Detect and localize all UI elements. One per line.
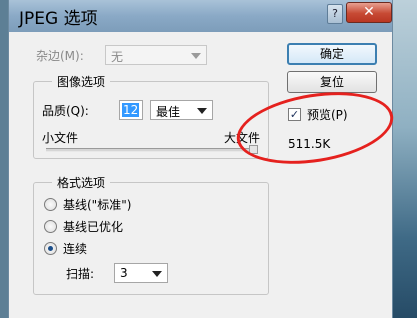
chevron-down-icon bbox=[152, 271, 162, 277]
image-options-group: 图像选项 品质(Q): 12 最佳 小文件 大文件 bbox=[33, 73, 269, 159]
dialog-title: JPEG 选项 bbox=[19, 9, 98, 29]
ok-button[interactable]: 确定 bbox=[287, 43, 377, 65]
close-icon: ✕ bbox=[363, 4, 375, 20]
close-button[interactable]: ✕ bbox=[346, 2, 392, 23]
slider-min-label: 小文件 bbox=[42, 131, 79, 145]
scans-label: 扫描: bbox=[66, 267, 95, 281]
quality-preset-select[interactable]: 最佳 bbox=[150, 100, 213, 120]
scans-value: 3 bbox=[120, 266, 128, 280]
scans-select[interactable]: 3 bbox=[114, 263, 168, 283]
baseline-standard-radio[interactable] bbox=[44, 198, 57, 211]
chevron-down-icon bbox=[191, 53, 201, 59]
progressive-label: 连续 bbox=[63, 242, 88, 256]
matte-value: 无 bbox=[111, 50, 124, 64]
chevron-down-icon bbox=[197, 108, 207, 114]
format-options-legend: 格式选项 bbox=[52, 174, 111, 191]
quality-input[interactable]: 12 bbox=[119, 100, 143, 120]
matte-label: 杂边(M): bbox=[36, 49, 84, 63]
quality-slider-track[interactable] bbox=[46, 148, 258, 152]
baseline-standard-label: 基线("标准") bbox=[63, 198, 132, 212]
help-button[interactable]: ? bbox=[327, 4, 343, 24]
quality-label: 品质(Q): bbox=[42, 104, 89, 118]
format-options-group: 格式选项 基线("标准") 基线已优化 连续 扫描: 3 bbox=[33, 174, 269, 295]
title-bar[interactable]: JPEG 选项 ? ✕ bbox=[9, 0, 392, 32]
baseline-optimized-radio[interactable] bbox=[44, 220, 57, 233]
dialog-content: 杂边(M): 无 图像选项 品质(Q): 12 最佳 小文件 大文件 格式选项 bbox=[9, 32, 392, 318]
progressive-radio[interactable] bbox=[44, 242, 57, 255]
background-desktop bbox=[392, 0, 417, 318]
image-options-legend: 图像选项 bbox=[52, 73, 111, 90]
quality-preset-value: 最佳 bbox=[156, 105, 181, 119]
quality-value: 12 bbox=[122, 103, 140, 117]
baseline-optimized-label: 基线已优化 bbox=[63, 220, 124, 234]
reset-button[interactable]: 复位 bbox=[287, 71, 377, 93]
jpeg-options-dialog: JPEG 选项 ? ✕ 杂边(M): 无 图像选项 品质(Q): 12 最佳 小… bbox=[8, 0, 393, 318]
matte-select[interactable]: 无 bbox=[105, 45, 207, 65]
